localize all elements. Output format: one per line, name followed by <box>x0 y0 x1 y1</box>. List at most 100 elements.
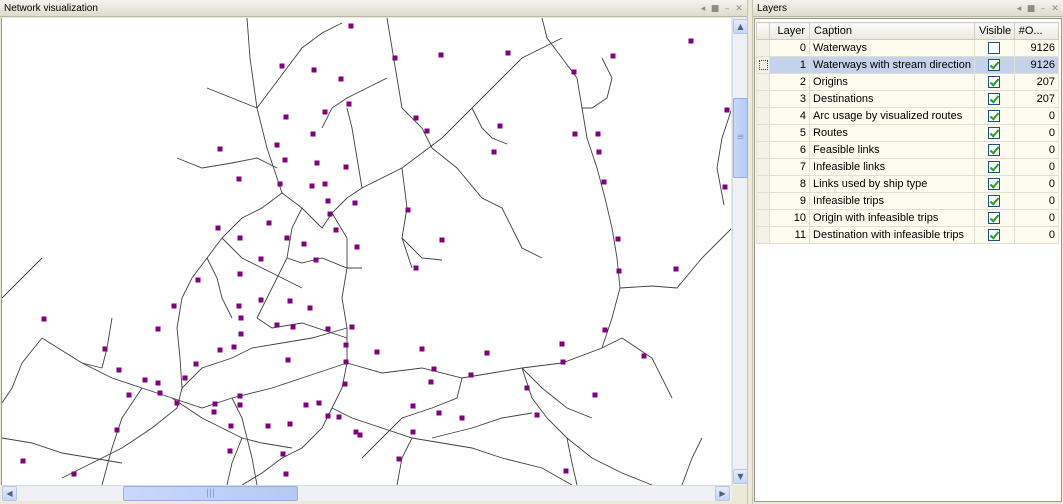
network-node[interactable] <box>592 392 598 398</box>
layer-visible-cell[interactable] <box>973 107 1015 125</box>
layer-caption[interactable]: Infeasible trips <box>809 192 975 210</box>
horizontal-scrollbar[interactable]: ◀ ||| ▶ <box>1 485 732 501</box>
network-node[interactable] <box>436 410 442 416</box>
network-node[interactable] <box>303 402 309 408</box>
network-node[interactable] <box>217 347 223 353</box>
network-node[interactable] <box>325 198 331 204</box>
row-selector[interactable] <box>755 209 771 227</box>
visible-checkbox[interactable] <box>988 59 1001 72</box>
network-node[interactable] <box>343 359 349 365</box>
column-header-count[interactable]: #O... <box>1013 22 1060 40</box>
network-node[interactable] <box>459 415 465 421</box>
network-node[interactable] <box>182 375 188 381</box>
network-node[interactable] <box>559 341 565 347</box>
layer-visible-cell[interactable] <box>973 124 1015 142</box>
network-node[interactable] <box>237 393 243 399</box>
network-node[interactable] <box>419 346 425 352</box>
network-node[interactable] <box>211 409 217 415</box>
network-node[interactable] <box>314 160 320 166</box>
visible-checkbox[interactable] <box>988 229 1001 242</box>
row-selector[interactable] <box>755 56 771 74</box>
layer-caption[interactable]: Origins <box>809 73 975 91</box>
row-selector[interactable] <box>755 39 771 57</box>
network-node[interactable] <box>336 414 342 420</box>
network-node[interactable] <box>237 271 243 277</box>
network-node[interactable] <box>313 257 319 263</box>
layer-caption[interactable]: Feasible links <box>809 141 975 159</box>
layer-caption[interactable]: Waterways with stream direction <box>809 56 975 74</box>
network-node[interactable] <box>174 400 180 406</box>
layer-caption[interactable]: Destination with infeasible trips <box>809 226 975 244</box>
network-node[interactable] <box>236 176 242 182</box>
network-node[interactable] <box>20 458 26 464</box>
scroll-down-button[interactable]: ▼ <box>733 469 748 484</box>
network-node[interactable] <box>505 50 511 56</box>
layer-caption[interactable]: Links used by ship type <box>809 175 975 193</box>
network-node[interactable] <box>307 305 313 311</box>
network-node[interactable] <box>325 326 331 332</box>
network-node[interactable] <box>102 346 108 352</box>
layer-visible-cell[interactable] <box>973 90 1015 108</box>
network-node[interactable] <box>322 109 328 115</box>
layer-visible-cell[interactable] <box>973 175 1015 193</box>
column-header-caption[interactable]: Caption <box>809 22 975 40</box>
network-node[interactable] <box>116 367 122 373</box>
layer-row[interactable]: 9 Infeasible trips 0 <box>755 192 1060 210</box>
network-node[interactable] <box>310 131 316 137</box>
network-node[interactable] <box>301 241 307 247</box>
network-node[interactable] <box>396 456 402 462</box>
layer-caption[interactable]: Origin with infeasible trips <box>809 209 975 227</box>
layer-visible-cell[interactable] <box>973 158 1015 176</box>
network-node[interactable] <box>428 379 434 385</box>
network-node[interactable] <box>287 298 293 304</box>
scroll-right-button[interactable]: ▶ <box>715 486 730 501</box>
network-node[interactable] <box>405 207 411 213</box>
visible-checkbox[interactable] <box>988 195 1001 208</box>
layer-visible-cell[interactable] <box>973 192 1015 210</box>
row-selector[interactable] <box>755 90 771 108</box>
network-node[interactable] <box>348 23 354 29</box>
network-node[interactable] <box>322 181 328 187</box>
column-header-visible[interactable]: Visible <box>973 22 1015 40</box>
layer-row[interactable]: 10 Origin with infeasible trips 0 <box>755 209 1060 227</box>
layer-row[interactable]: 1 Waterways with stream direction 9126 <box>755 56 1060 74</box>
network-node[interactable] <box>309 183 315 189</box>
network-node[interactable] <box>283 114 289 120</box>
network-node[interactable] <box>41 316 47 322</box>
network-node[interactable] <box>413 115 419 121</box>
network-node[interactable] <box>349 324 355 330</box>
network-node[interactable] <box>596 149 602 155</box>
network-node[interactable] <box>258 297 264 303</box>
network-node[interactable] <box>431 366 437 372</box>
network-node[interactable] <box>534 412 540 418</box>
layer-caption[interactable]: Routes <box>809 124 975 142</box>
waterway-network[interactable] <box>2 18 731 485</box>
network-node[interactable] <box>155 326 161 332</box>
network-node[interactable] <box>283 471 289 477</box>
network-node[interactable] <box>333 227 339 233</box>
network-node[interactable] <box>266 220 272 226</box>
network-node[interactable] <box>142 377 148 383</box>
scroll-left-button[interactable]: ◀ <box>2 486 17 501</box>
layer-row[interactable]: 2 Origins 207 <box>755 73 1060 91</box>
column-header-layer[interactable]: Layer <box>769 22 811 40</box>
row-selector[interactable] <box>755 175 771 193</box>
network-node[interactable] <box>410 429 416 435</box>
visible-checkbox[interactable] <box>988 93 1001 106</box>
layer-row[interactable]: 6 Feasible links 0 <box>755 141 1060 159</box>
network-node[interactable] <box>722 184 728 190</box>
network-node[interactable] <box>279 63 285 69</box>
visible-checkbox[interactable] <box>988 42 1001 55</box>
layer-visible-cell[interactable] <box>973 209 1015 227</box>
network-node[interactable] <box>265 423 271 429</box>
network-node[interactable] <box>343 164 349 170</box>
layer-visible-cell[interactable] <box>973 73 1015 91</box>
network-node[interactable] <box>601 179 607 185</box>
close-icon[interactable]: ✕ <box>1050 4 1060 14</box>
layer-visible-cell[interactable] <box>973 226 1015 244</box>
visible-checkbox[interactable] <box>988 110 1001 123</box>
row-selector[interactable] <box>755 158 771 176</box>
float-icon[interactable]: ■ <box>1026 4 1036 14</box>
network-node[interactable] <box>673 266 679 272</box>
network-node[interactable] <box>610 53 616 59</box>
